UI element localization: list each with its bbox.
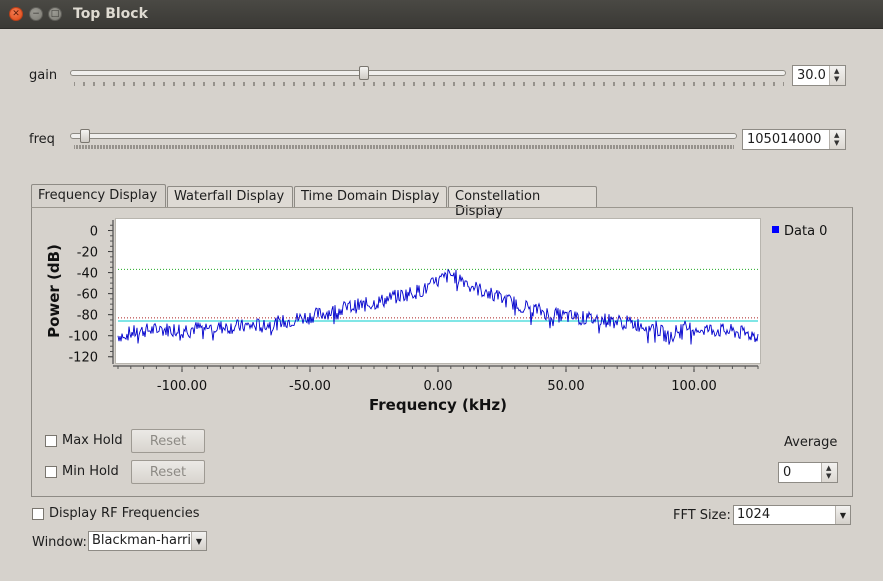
display-rf-checkbox[interactable] — [32, 508, 44, 520]
average-spinbox[interactable]: 0 ▲ ▼ — [778, 462, 838, 483]
legend-swatch — [772, 226, 779, 233]
x-tick-label: 100.00 — [671, 379, 717, 394]
x-tick-label: -50.00 — [289, 379, 331, 394]
y-axis-label: Power (dB) — [45, 244, 63, 338]
y-tick-label: -20 — [77, 246, 98, 261]
fft-size-label: FFT Size: — [673, 508, 731, 523]
y-tick-label: -120 — [68, 351, 98, 366]
chevron-down-icon[interactable]: ▼ — [835, 506, 850, 524]
x-tick-label: 0.00 — [424, 379, 453, 394]
average-label: Average — [784, 435, 838, 450]
min-hold-checkbox[interactable] — [45, 466, 57, 478]
x-axis-label: Frequency (kHz) — [369, 396, 507, 414]
y-tick-label: 0 — [90, 225, 98, 240]
y-tick-label: -100 — [68, 330, 98, 345]
window-dropdown[interactable]: Blackman-harris ▼ — [88, 531, 207, 551]
y-tick-label: -40 — [77, 267, 98, 282]
average-value[interactable]: 0 — [783, 465, 791, 480]
max-hold-checkbox[interactable] — [45, 435, 57, 447]
y-tick-label: -80 — [77, 309, 98, 324]
display-rf-label: Display RF Frequencies — [49, 506, 200, 521]
window-label: Window: — [32, 535, 87, 550]
min-hold-label: Min Hold — [62, 464, 119, 479]
window-value: Blackman-harris — [92, 533, 190, 548]
y-tick-label: -60 — [77, 288, 98, 303]
series-data-0-line — [117, 268, 759, 345]
chevron-down-icon[interactable]: ▼ — [191, 532, 206, 550]
x-tick-label: -100.00 — [157, 379, 207, 394]
legend-label: Data 0 — [784, 224, 827, 239]
min-hold-reset-button[interactable]: Reset — [131, 460, 205, 484]
fft-size-dropdown[interactable]: 1024 ▼ — [733, 505, 851, 525]
fft-size-value: 1024 — [737, 507, 771, 522]
x-tick-label: 50.00 — [547, 379, 584, 394]
average-spin-arrows[interactable]: ▲ ▼ — [821, 463, 837, 482]
max-hold-reset-button[interactable]: Reset — [131, 429, 205, 453]
frequency-chart: 0 -20 -40 -60 -80 -100 -120 -100.00 -50.00 0.00 50… — [45, 220, 827, 414]
max-hold-label: Max Hold — [62, 433, 123, 448]
